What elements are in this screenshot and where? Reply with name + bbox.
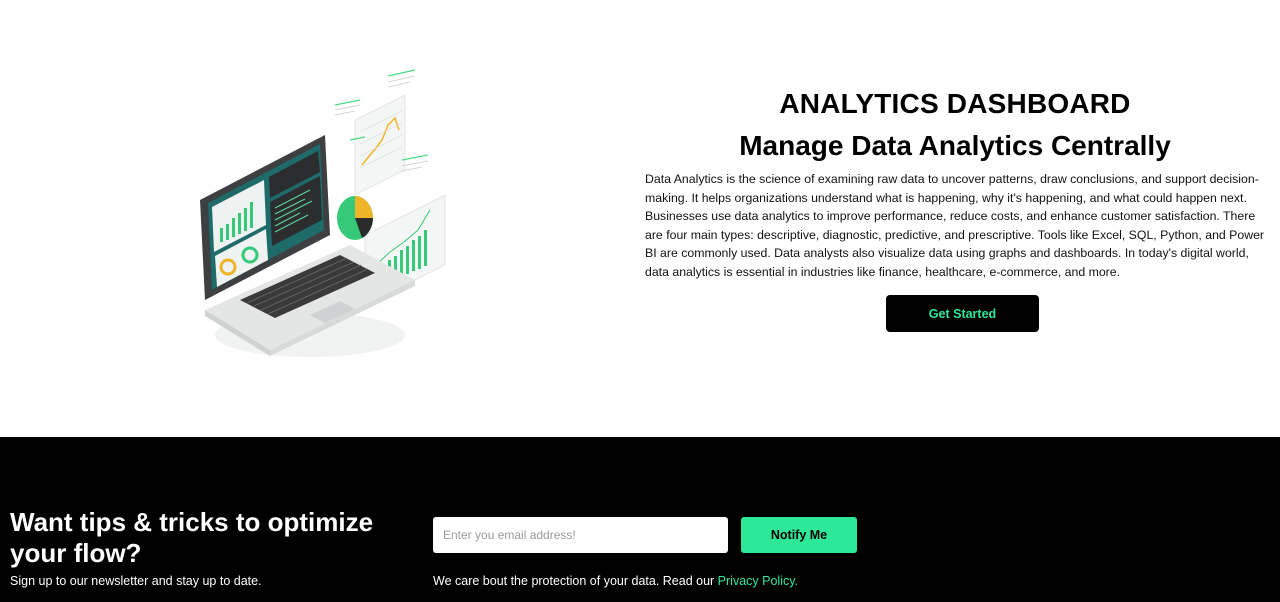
- email-input[interactable]: [433, 517, 728, 553]
- hero-title: ANALYTICS DASHBOARD: [779, 88, 1131, 119]
- privacy-policy-link[interactable]: Privacy Policy.: [718, 574, 798, 588]
- notify-me-button[interactable]: Notify Me: [741, 517, 857, 553]
- newsletter-section: Want tips & tricks to optimize your flow…: [0, 437, 1280, 602]
- newsletter-title: Want tips & tricks to optimize your flow…: [10, 507, 374, 568]
- get-started-button[interactable]: Get Started: [886, 295, 1039, 332]
- privacy-text: We care bout the protection of your data…: [433, 574, 718, 588]
- hero-section: ANALYTICS DASHBOARD Manage Data Analytic…: [0, 0, 1280, 437]
- newsletter-subtitle: Sign up to our newsletter and stay up to…: [10, 574, 262, 588]
- laptop-analytics-illustration: [190, 60, 470, 370]
- hero-subtitle: Manage Data Analytics Centrally: [739, 130, 1171, 161]
- privacy-note: We care bout the protection of your data…: [433, 574, 798, 588]
- hero-text-block: ANALYTICS DASHBOARD Manage Data Analytic…: [645, 86, 1265, 282]
- hero-description: Data Analytics is the science of examini…: [645, 172, 1265, 279]
